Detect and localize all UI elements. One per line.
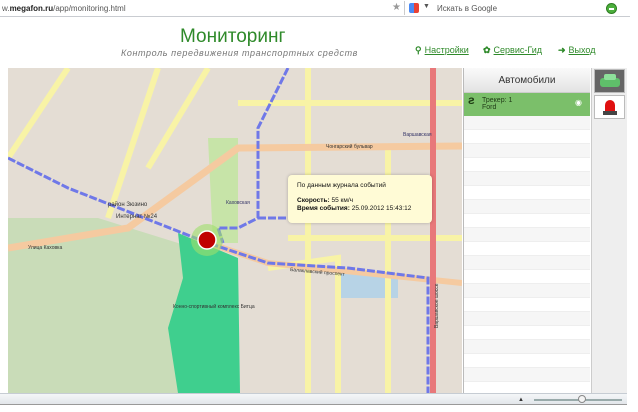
google-icon — [409, 3, 419, 13]
url-text[interactable]: w.megafon.ru/app/monitoring.html — [2, 4, 126, 13]
stop-icon[interactable] — [606, 3, 617, 14]
tool-column — [591, 68, 627, 393]
speed-value: 55 км/ч — [331, 197, 354, 204]
logout-link[interactable]: ➜ Выход — [558, 45, 595, 56]
zoom-slider-knob[interactable] — [578, 395, 587, 403]
popup-heading: По данным журнала событий — [297, 182, 386, 189]
map-label: район Зюзино — [108, 201, 148, 208]
panel-title: Автомобили — [464, 68, 590, 93]
map-label: Конно-спортивный комплекс Битца — [173, 303, 255, 310]
eye-icon[interactable]: ◉ — [575, 99, 582, 107]
map-label: Улица Каховка — [28, 245, 62, 251]
page-title: Мониторинг — [180, 26, 286, 47]
bookmark-star-icon[interactable]: ★ — [392, 2, 401, 13]
map-label: Интернат №24 — [116, 213, 158, 220]
empty-rows — [464, 116, 590, 382]
vehicle-marker[interactable] — [197, 230, 217, 250]
time-label: Время события: — [297, 205, 350, 212]
siren-icon — [602, 100, 617, 115]
settings-link[interactable]: ⚲ Настройки — [415, 45, 469, 56]
speed-label: Скорость: — [297, 197, 330, 204]
status-bar: ▲ — [0, 393, 627, 405]
vehicle-row[interactable]: ƨ Трекер: 1 Ford ◉ — [464, 93, 590, 116]
chevron-down-icon[interactable]: ▼ — [423, 3, 430, 10]
car-icon — [599, 74, 620, 87]
zoom-slider[interactable] — [534, 395, 622, 403]
gear-icon: ✿ — [483, 45, 491, 55]
map-label: Каховская — [226, 200, 250, 206]
vehicles-tab-button[interactable] — [594, 69, 625, 93]
vehicle-name: Ford — [482, 104, 497, 111]
pin-icon: ⚲ — [415, 45, 422, 55]
exit-icon: ➜ — [558, 45, 566, 55]
zoom-out-icon[interactable]: ▲ — [518, 397, 524, 403]
alarms-tab-button[interactable] — [594, 95, 625, 119]
map[interactable]: район Зюзино Интернат №24 Улица Каховка … — [8, 68, 462, 393]
time-value: 25.09.2012 15:43:12 — [351, 205, 412, 212]
map-label: Варшавское шоссе — [434, 283, 440, 328]
search-input[interactable]: ▼ Искать в Google — [404, 1, 612, 15]
map-label: Варшавская — [403, 132, 432, 138]
map-label: Чонгарский бульвар — [326, 143, 373, 150]
track-icon: ƨ — [468, 93, 475, 107]
service-guide-link[interactable]: ✿ Сервис-Гид — [483, 45, 542, 56]
page-subtitle: Контроль передвижения транспортных средс… — [121, 48, 358, 58]
tracker-label: Трекер: 1 — [482, 97, 513, 104]
browser-address-bar[interactable]: w.megafon.ru/app/monitoring.html ★ ▼ Иска… — [0, 0, 630, 17]
event-popup: По данным журнала событий Скорость: 55 к… — [288, 175, 432, 223]
vehicles-panel: Автомобили ƨ Трекер: 1 Ford ◉ — [463, 68, 590, 393]
